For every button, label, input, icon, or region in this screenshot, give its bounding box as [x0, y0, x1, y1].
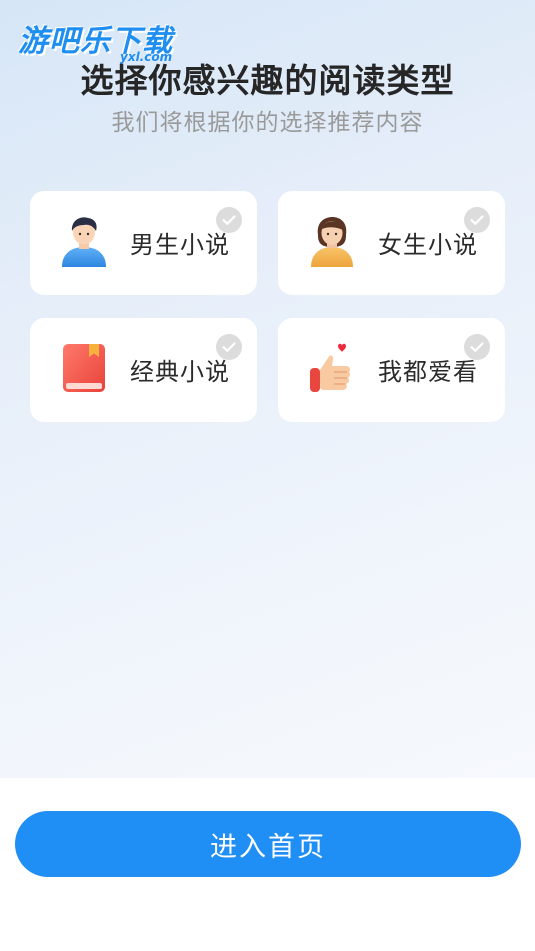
girl-avatar-icon	[304, 213, 360, 269]
category-card-classic[interactable]: 经典小说	[30, 318, 257, 422]
check-circle-icon[interactable]	[464, 207, 490, 233]
category-label: 我都爱看	[378, 358, 478, 386]
check-circle-icon[interactable]	[216, 207, 242, 233]
check-circle-icon[interactable]	[216, 334, 242, 360]
red-book-icon	[56, 340, 112, 396]
boy-avatar-icon	[56, 213, 112, 269]
category-card-all[interactable]: 我都爱看	[278, 318, 505, 422]
page-title: 选择你感兴趣的阅读类型	[80, 61, 455, 100]
category-label: 男生小说	[130, 231, 230, 259]
check-circle-icon[interactable]	[464, 334, 490, 360]
page-subtitle: 我们将根据你的选择推荐内容	[111, 110, 424, 136]
category-card-male[interactable]: 男生小说	[30, 191, 257, 295]
enter-home-button[interactable]: 进入首页	[15, 811, 521, 877]
category-card-female[interactable]: 女生小说	[278, 191, 505, 295]
thumbs-up-heart-icon	[304, 340, 360, 396]
category-label: 经典小说	[130, 358, 230, 386]
category-label: 女生小说	[378, 231, 478, 259]
